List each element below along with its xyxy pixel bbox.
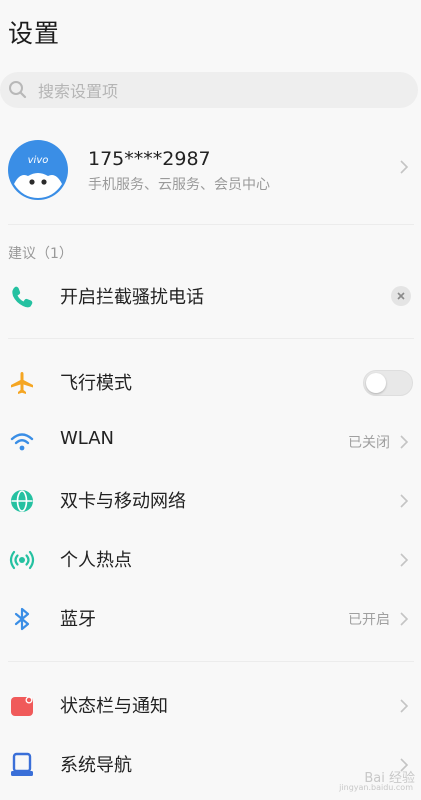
settings-item-label: 蓝牙	[60, 609, 96, 630]
divider	[8, 224, 414, 225]
settings-item-label: 状态栏与通知	[60, 696, 168, 717]
dismiss-suggestion-button[interactable]	[391, 286, 411, 306]
avatar: vivo	[8, 140, 68, 200]
settings-item-label: 飞行模式	[60, 373, 132, 394]
watermark-url: jingyan.baidu.com	[339, 783, 413, 792]
settings-item-wlan[interactable]: WLAN 已关闭	[0, 413, 421, 469]
airplane-mode-toggle[interactable]	[363, 370, 413, 396]
settings-item-status-bar-notifications[interactable]: 状态栏与通知	[0, 677, 421, 733]
page-title: 设置	[8, 19, 61, 48]
divider	[8, 661, 414, 662]
bluetooth-status: 已开启	[348, 612, 390, 628]
settings-item-label: 系统导航	[60, 755, 132, 776]
watermark: Bai 经验 jingyan.baidu.com	[339, 767, 415, 792]
settings-item-label: 双卡与移动网络	[60, 491, 186, 512]
search-bar[interactable]: 搜索设置项	[0, 72, 418, 108]
bluetooth-icon	[14, 607, 30, 631]
settings-item-label: WLAN	[60, 428, 115, 449]
avatar-logo-text: vivo	[28, 155, 49, 166]
account-services: 手机服务、云服务、会员中心	[88, 177, 270, 193]
search-placeholder: 搜索设置项	[38, 82, 119, 101]
chevron-right-icon	[400, 553, 409, 567]
chevron-right-icon	[400, 612, 409, 626]
settings-item-label: 个人热点	[60, 550, 132, 571]
search-icon	[9, 81, 27, 99]
chevron-right-icon	[400, 435, 409, 449]
chevron-right-icon	[400, 160, 409, 174]
chevron-right-icon	[400, 699, 409, 713]
phone-icon	[12, 286, 33, 308]
settings-item-personal-hotspot[interactable]: 个人热点	[0, 531, 421, 587]
navigation-icon	[11, 752, 33, 776]
notification-icon	[11, 696, 33, 716]
settings-item-bluetooth[interactable]: 蓝牙 已开启	[0, 590, 421, 646]
settings-item-dual-sim-mobile-network[interactable]: 双卡与移动网络	[0, 472, 421, 528]
globe-icon	[11, 490, 33, 512]
airplane-icon	[11, 372, 33, 394]
suggestion-label: 开启拦截骚扰电话	[60, 287, 204, 308]
settings-item-airplane-mode[interactable]: 飞行模式	[0, 354, 421, 410]
wifi-icon	[10, 433, 34, 451]
hotspot-icon	[9, 550, 35, 570]
account-row[interactable]: vivo 175****2987 手机服务、云服务、会员中心	[0, 132, 421, 210]
chevron-right-icon	[400, 494, 409, 508]
toggle-knob	[366, 373, 386, 393]
close-icon	[397, 292, 405, 300]
suggestion-block-spam-calls[interactable]: 开启拦截骚扰电话	[0, 268, 421, 324]
account-phone: 175****2987	[88, 148, 211, 170]
wlan-status: 已关闭	[348, 435, 390, 451]
suggestions-label: 建议（1）	[8, 246, 73, 262]
divider	[8, 338, 414, 339]
